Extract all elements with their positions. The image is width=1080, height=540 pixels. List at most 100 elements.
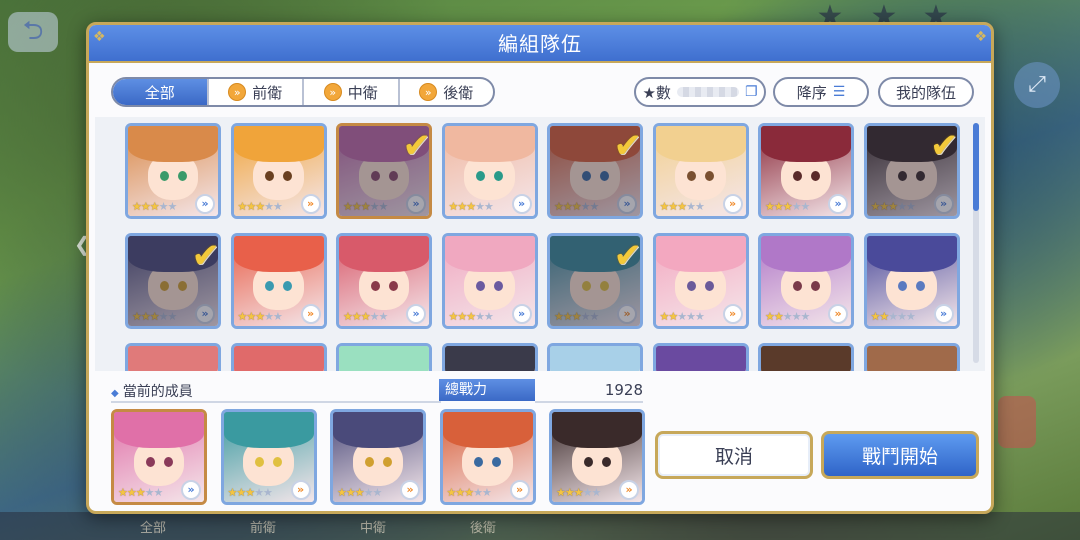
roster-character-card[interactable]: ★★★★★ » ✔	[125, 233, 221, 329]
rank-chevron-icon: »	[181, 480, 201, 500]
star-rating: ★★★★★	[237, 310, 283, 323]
tab-label: 後衛	[443, 83, 474, 102]
character-portrait	[866, 346, 957, 371]
cancel-button[interactable]: 取消	[655, 431, 813, 479]
team-formation-dialog: 編組隊伍 ❖ ❖ 全部 » 前衛 » 中衛 » 後衛 ★數 ❐ 降序 ☰ 我的隊伍 ★…	[86, 22, 994, 514]
event-badge[interactable]	[998, 396, 1036, 448]
total-power-label: 總戰力	[439, 379, 535, 401]
star-rating: ★★★★★	[765, 200, 810, 213]
roster-character-card[interactable]: ★★★★★»	[125, 343, 221, 371]
star-rating: ★★★★★	[659, 200, 705, 213]
bg-tab-label: 全部	[140, 521, 167, 536]
member-character-card[interactable]: ★★★★★ »	[220, 409, 317, 505]
my-team-label: 我的隊伍	[895, 83, 956, 102]
roster-character-card[interactable]: ★★★★★ »	[230, 123, 327, 219]
roster-scrollbar[interactable]	[973, 123, 979, 363]
sort-order-button[interactable]: 降序 ☰	[773, 77, 869, 107]
rank-chevron-icon: »	[509, 480, 530, 500]
roster-character-card[interactable]: ★★★★★»	[441, 233, 538, 329]
roster-character-card[interactable]: ★★★★★»	[863, 343, 960, 371]
star-rating: ★★★★★	[556, 486, 601, 499]
roster-character-card[interactable]: ★★★★★»	[336, 233, 432, 329]
divider	[535, 401, 643, 403]
back-button[interactable]: ⮌	[8, 12, 58, 52]
tab-back[interactable]: » 後衛	[400, 79, 494, 105]
star-rating: ★★★★★	[448, 310, 494, 323]
roster-character-card[interactable]: ★★★★★ »	[652, 123, 749, 219]
roster-character-card[interactable]: ★★★★★»	[336, 343, 432, 371]
rank-chevron-icon: »	[619, 480, 639, 500]
tab-label: 前衛	[252, 83, 283, 102]
roster-character-card[interactable]: ★★★★★»	[441, 123, 538, 219]
rank-chevron-icon: »	[828, 304, 848, 324]
rank-chevron-icon: »	[933, 304, 954, 324]
rank-chevron-icon: »	[300, 194, 321, 214]
roster-character-card[interactable]: ★★★★★ » ✔	[863, 123, 960, 219]
checkmark-icon: ✔	[613, 126, 642, 166]
tab-middle[interactable]: » 中衛	[304, 79, 400, 105]
star-filter-label: ★數	[642, 83, 671, 102]
star-rating: ★★★★★	[337, 486, 382, 499]
star-rating: ★★★★★	[448, 200, 494, 213]
roster-character-card[interactable]: ★★★★★»	[441, 343, 538, 371]
sort-icon: ☰	[832, 84, 846, 100]
star-rating: ★★★★★	[870, 200, 916, 213]
star-rating: ★★★★★	[118, 486, 163, 499]
star-rating: ★★★★★	[237, 200, 283, 213]
roster-character-card[interactable]: ★★★★★»	[125, 123, 221, 219]
roster-character-card[interactable]: ★★★★★»	[230, 233, 327, 329]
background-bottom-bar: 全部 前衛 中衛 後衛	[0, 512, 1080, 540]
roster-character-card[interactable]: ★★★★★ »	[652, 233, 749, 329]
rank-chevron-icon: »	[722, 194, 743, 214]
copy-icon: ❐	[744, 84, 758, 100]
star-rating: ★★★★★	[659, 310, 705, 323]
tab-label: 中衛	[347, 83, 378, 102]
character-portrait	[761, 346, 851, 371]
roster-character-card[interactable]: ★★★★★»	[758, 123, 854, 219]
character-portrait	[550, 346, 640, 371]
rank-chevron-icon: »	[406, 194, 426, 214]
star-rating: ★★★★★	[765, 310, 810, 323]
roster-character-card[interactable]: ★★★★★ »	[863, 233, 960, 329]
character-portrait	[233, 346, 324, 371]
roster-character-card[interactable]: ★★★★★ » ✔	[336, 123, 432, 219]
roster-character-card[interactable]: ★★★★★»	[547, 343, 643, 371]
roster-character-card[interactable]: ★★★★★»	[230, 343, 327, 371]
roster-character-card[interactable]: ★★★★★ » ✔	[547, 123, 643, 219]
roster-character-card[interactable]: ★★★★★ »	[758, 233, 854, 329]
chevron-icon: »	[419, 83, 438, 101]
map-button[interactable]: ⤢	[1014, 62, 1060, 108]
star-rating: ★★★★★	[343, 310, 388, 323]
diamond-icon: ◆	[111, 388, 119, 399]
bg-tab-label: 前衛	[250, 521, 277, 536]
member-character-card[interactable]: ★★★★★ »	[549, 409, 645, 505]
rank-chevron-icon: »	[195, 194, 215, 214]
member-character-card[interactable]: ★★★★★ »	[439, 409, 536, 505]
checkmark-icon: ✔	[402, 126, 431, 166]
star-filter-button[interactable]: ★數 ❐	[634, 77, 766, 107]
chevron-icon: »	[323, 83, 342, 101]
tab-front[interactable]: » 前衛	[209, 79, 304, 105]
tab-label: 全部	[144, 83, 175, 102]
battle-start-button[interactable]: 戰鬥開始	[821, 431, 979, 479]
checkmark-icon: ✔	[930, 126, 959, 166]
roster-character-card[interactable]: ★★★★★ » ✔	[547, 233, 643, 329]
character-portrait	[128, 346, 218, 371]
tab-all[interactable]: 全部	[113, 79, 209, 105]
star-rating: ★★★★★	[132, 310, 177, 323]
star-rating: ★★★★★	[554, 310, 599, 323]
character-portrait	[655, 346, 746, 371]
my-team-button[interactable]: 我的隊伍	[878, 77, 974, 107]
character-portrait	[444, 346, 535, 371]
roster-character-card[interactable]: ★★★★★»	[758, 343, 854, 371]
checkmark-icon: ✔	[613, 236, 642, 276]
corner-ornament-icon: ❖	[974, 29, 987, 45]
roster-character-card[interactable]: ★★★★★»	[652, 343, 749, 371]
star-filter-bar	[676, 87, 739, 97]
star-rating: ★★★★★	[343, 200, 388, 213]
star-rating: ★★★★★	[870, 310, 916, 323]
member-character-card[interactable]: ★★★★★ »	[330, 409, 426, 505]
member-character-card[interactable]: ★★★★★ »	[111, 409, 207, 505]
character-roster-grid: ★★★★★ » ★★★★★ » ★★★★★ » ✔ ★★★★★ » ★★★★★ » ✔ ★★★★★ » ★★…	[95, 117, 985, 371]
rank-chevron-icon: »	[722, 304, 743, 324]
